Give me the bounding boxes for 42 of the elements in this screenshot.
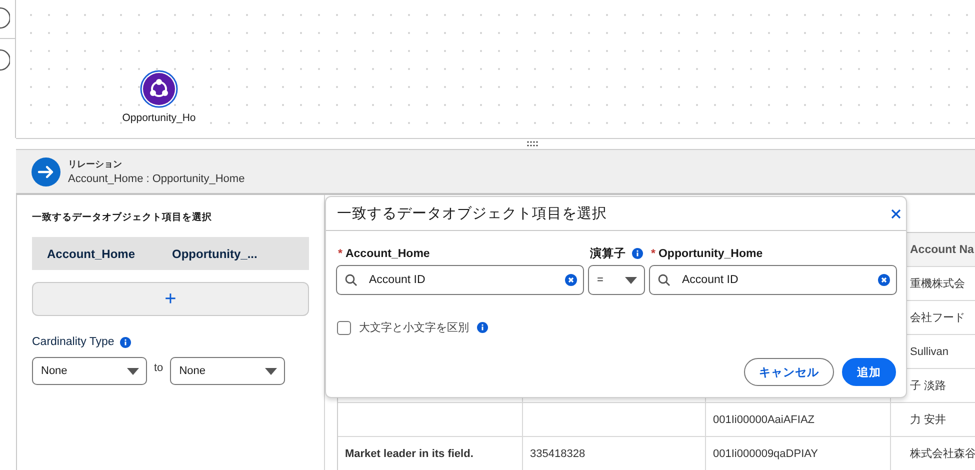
- select-field[interactable]: None: [170, 357, 286, 385]
- field-label: * Account_Home: [338, 248, 430, 260]
- table-cell: Market leader in its field.: [338, 437, 523, 470]
- operator-select[interactable]: =: [588, 265, 645, 295]
- info-icon[interactable]: [632, 248, 643, 259]
- select-field[interactable]: None: [32, 357, 147, 385]
- search-icon: [658, 274, 670, 286]
- clear-icon[interactable]: [878, 274, 890, 286]
- field-label: * Opportunity_Home: [651, 248, 763, 260]
- search-field[interactable]: Account ID: [649, 265, 897, 295]
- clear-icon[interactable]: [565, 274, 577, 286]
- circle-button-icon[interactable]: [0, 7, 10, 29]
- table-cell: 335418328: [523, 437, 706, 470]
- checkbox[interactable]: [337, 320, 351, 334]
- close-icon[interactable]: [891, 208, 901, 218]
- caret-icon: [625, 276, 637, 284]
- add-button[interactable]: 追加: [842, 358, 896, 386]
- circle-button-icon[interactable]: [0, 49, 10, 71]
- caret-icon: [265, 368, 278, 374]
- info-icon[interactable]: [477, 322, 488, 333]
- separator-label: to: [154, 362, 164, 374]
- add-button[interactable]: +: [32, 282, 309, 316]
- node-icon[interactable]: [140, 70, 178, 108]
- table-cell: 力 安井: [891, 403, 975, 436]
- panel-title: 一致するデータオブジェクト項目を選択: [32, 211, 213, 224]
- cancel-button[interactable]: キャンセル: [744, 358, 834, 386]
- search-icon: [345, 274, 357, 286]
- field-label: 演算子: [590, 246, 626, 261]
- column-heading: Opportunity_...: [172, 246, 258, 260]
- checkbox-label: 大文字と小文字を区別: [359, 320, 469, 335]
- caret-icon: [127, 368, 139, 374]
- column-heading: Account_Home: [47, 246, 136, 260]
- table-cell: 001Ii00000AaiAFIAZ: [706, 403, 891, 436]
- relation-name: Account_Home : Opportunity_Home: [68, 173, 245, 185]
- drag-handle-icon[interactable]: [526, 141, 538, 147]
- section-label: リレーション: [68, 158, 123, 171]
- search-field[interactable]: Account ID: [336, 265, 584, 295]
- dialog-title: 一致するデータオブジェクト項目を選択: [337, 205, 607, 223]
- node-label: Opportunity_Ho: [122, 112, 196, 124]
- field-label: Cardinality Type: [32, 336, 114, 348]
- info-icon[interactable]: [120, 336, 132, 348]
- table-cell: 001Ii000009qaDPIAY: [706, 437, 891, 470]
